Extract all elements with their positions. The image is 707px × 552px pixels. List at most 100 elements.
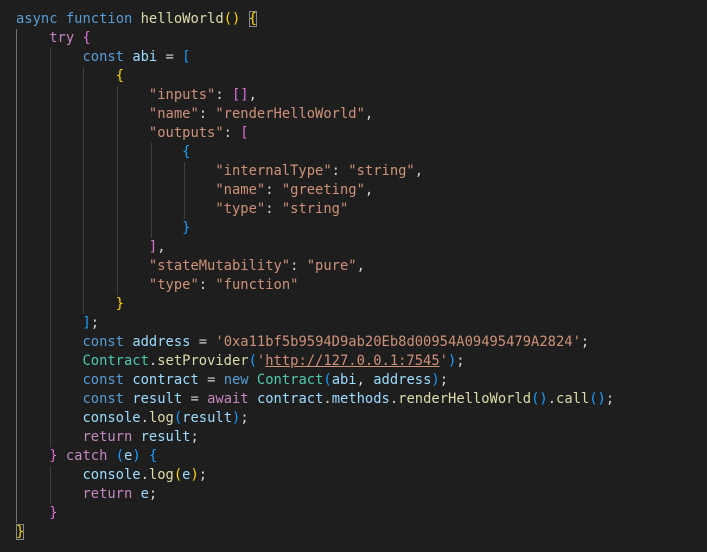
code-token: ;	[198, 467, 208, 483]
code-token: :	[198, 277, 216, 293]
code-token: "stateMutability"	[148, 258, 291, 274]
code-token: }	[182, 220, 191, 236]
code-line[interactable]: ],	[16, 238, 707, 257]
code-line[interactable]: {	[16, 67, 707, 86]
code-token: const	[82, 372, 124, 388]
code-line[interactable]: "inputs": [],	[16, 86, 707, 105]
code-token: console	[82, 467, 141, 483]
indent-guide	[184, 162, 186, 181]
code-editor[interactable]: async function helloWorld() { try { cons…	[0, 0, 707, 552]
code-token: ;	[240, 410, 249, 426]
indent-guide	[16, 219, 17, 238]
indent-guide	[83, 105, 85, 124]
indent-guide	[49, 276, 51, 295]
code-token: async	[16, 11, 58, 27]
indent-guide	[83, 162, 85, 181]
code-token: "internalType"	[215, 163, 332, 179]
code-line[interactable]: const address = '0xa11bf5b9594D9ab20Eb8d…	[16, 333, 707, 352]
code-token: {	[115, 68, 124, 84]
indent-guide	[16, 48, 17, 67]
code-token: address	[132, 334, 191, 350]
code-line[interactable]: }	[16, 504, 707, 523]
code-line[interactable]: "name": "renderHelloWorld",	[16, 105, 707, 124]
indent-guide	[150, 181, 152, 200]
indent-guide	[184, 181, 186, 200]
code-token: ,	[248, 87, 257, 103]
indent-guide	[83, 200, 85, 219]
code-line[interactable]: console.log(result);	[16, 409, 707, 428]
code-token: (	[115, 448, 125, 464]
code-line[interactable]: "internalType": "string",	[16, 162, 707, 181]
code-token: "string"	[348, 163, 415, 179]
code-line[interactable]: const contract = new Contract(abi, addre…	[16, 371, 707, 390]
code-token: ,	[414, 163, 424, 179]
indent-guide	[16, 333, 17, 352]
code-line[interactable]: }	[16, 295, 707, 314]
code-token: e	[140, 486, 149, 502]
code-line[interactable]: "name": "greeting",	[16, 181, 707, 200]
code-token: '0xa11bf5b9594D9ab20Eb8d00954A09495479A2…	[215, 334, 581, 350]
code-line[interactable]: {	[16, 143, 707, 162]
code-line[interactable]: }	[16, 523, 707, 542]
code-token: [	[240, 125, 249, 141]
code-token: ()	[223, 11, 241, 27]
code-line[interactable]: async function helloWorld() {	[16, 10, 707, 29]
indent-guide	[16, 314, 17, 333]
indent-guide	[16, 67, 17, 86]
code-token: const	[82, 391, 124, 407]
code-token: "name"	[215, 182, 266, 198]
code-token: ;	[439, 372, 449, 388]
code-token: :	[265, 182, 282, 198]
code-token: "type"	[148, 277, 199, 293]
code-line[interactable]: "outputs": [	[16, 124, 707, 143]
indent-guide	[83, 124, 85, 143]
code-token: :	[215, 87, 232, 103]
code-token: ;	[90, 315, 100, 331]
code-token: }	[115, 296, 124, 312]
indent-guide	[16, 504, 17, 523]
code-line[interactable]: "type": "function"	[16, 276, 707, 295]
code-token: methods	[331, 391, 390, 407]
code-token: return	[82, 429, 133, 445]
code-content[interactable]: async function helloWorld() { try { cons…	[16, 10, 707, 542]
code-line[interactable]: try {	[16, 29, 707, 48]
code-token: "pure"	[306, 258, 357, 274]
code-line[interactable]: const result = await contract.methods.re…	[16, 390, 707, 409]
code-line[interactable]: "type": "string"	[16, 200, 707, 219]
code-line[interactable]: return e;	[16, 485, 707, 504]
indent-guide	[16, 409, 17, 428]
code-line[interactable]: "stateMutability": "pure",	[16, 257, 707, 276]
indent-guide	[49, 333, 51, 352]
code-line[interactable]: Contract.setProvider('http://127.0.0.1:7…	[16, 352, 707, 371]
code-token: }	[16, 524, 25, 540]
indent-guide	[117, 143, 119, 162]
indent-guide	[16, 447, 17, 466]
indent-guide	[117, 238, 119, 257]
indent-guide	[49, 86, 51, 105]
code-token: (	[323, 372, 332, 388]
indent-guide	[184, 200, 186, 219]
code-token: "greeting"	[281, 182, 365, 198]
code-token: :	[290, 258, 307, 274]
code-token: setProvider	[157, 353, 249, 369]
code-line[interactable]: return result;	[16, 428, 707, 447]
code-token: ,	[356, 258, 365, 274]
code-token: const	[82, 334, 124, 350]
indent-guide	[16, 257, 17, 276]
code-line[interactable]: }	[16, 219, 707, 238]
code-token: abi	[331, 372, 357, 388]
code-line[interactable]: ];	[16, 314, 707, 333]
code-line[interactable]: const abi = [	[16, 48, 707, 67]
code-token: ,	[157, 239, 166, 255]
code-token: .	[389, 391, 399, 407]
indent-guide	[49, 257, 51, 276]
code-line[interactable]: console.log(e);	[16, 466, 707, 485]
code-token: =	[198, 372, 224, 388]
code-token: new	[223, 372, 249, 388]
code-token: '	[439, 353, 448, 369]
indent-guide	[150, 200, 152, 219]
code-line[interactable]: } catch (e) {	[16, 447, 707, 466]
code-token: "name"	[148, 106, 199, 122]
code-token: =	[157, 49, 183, 65]
